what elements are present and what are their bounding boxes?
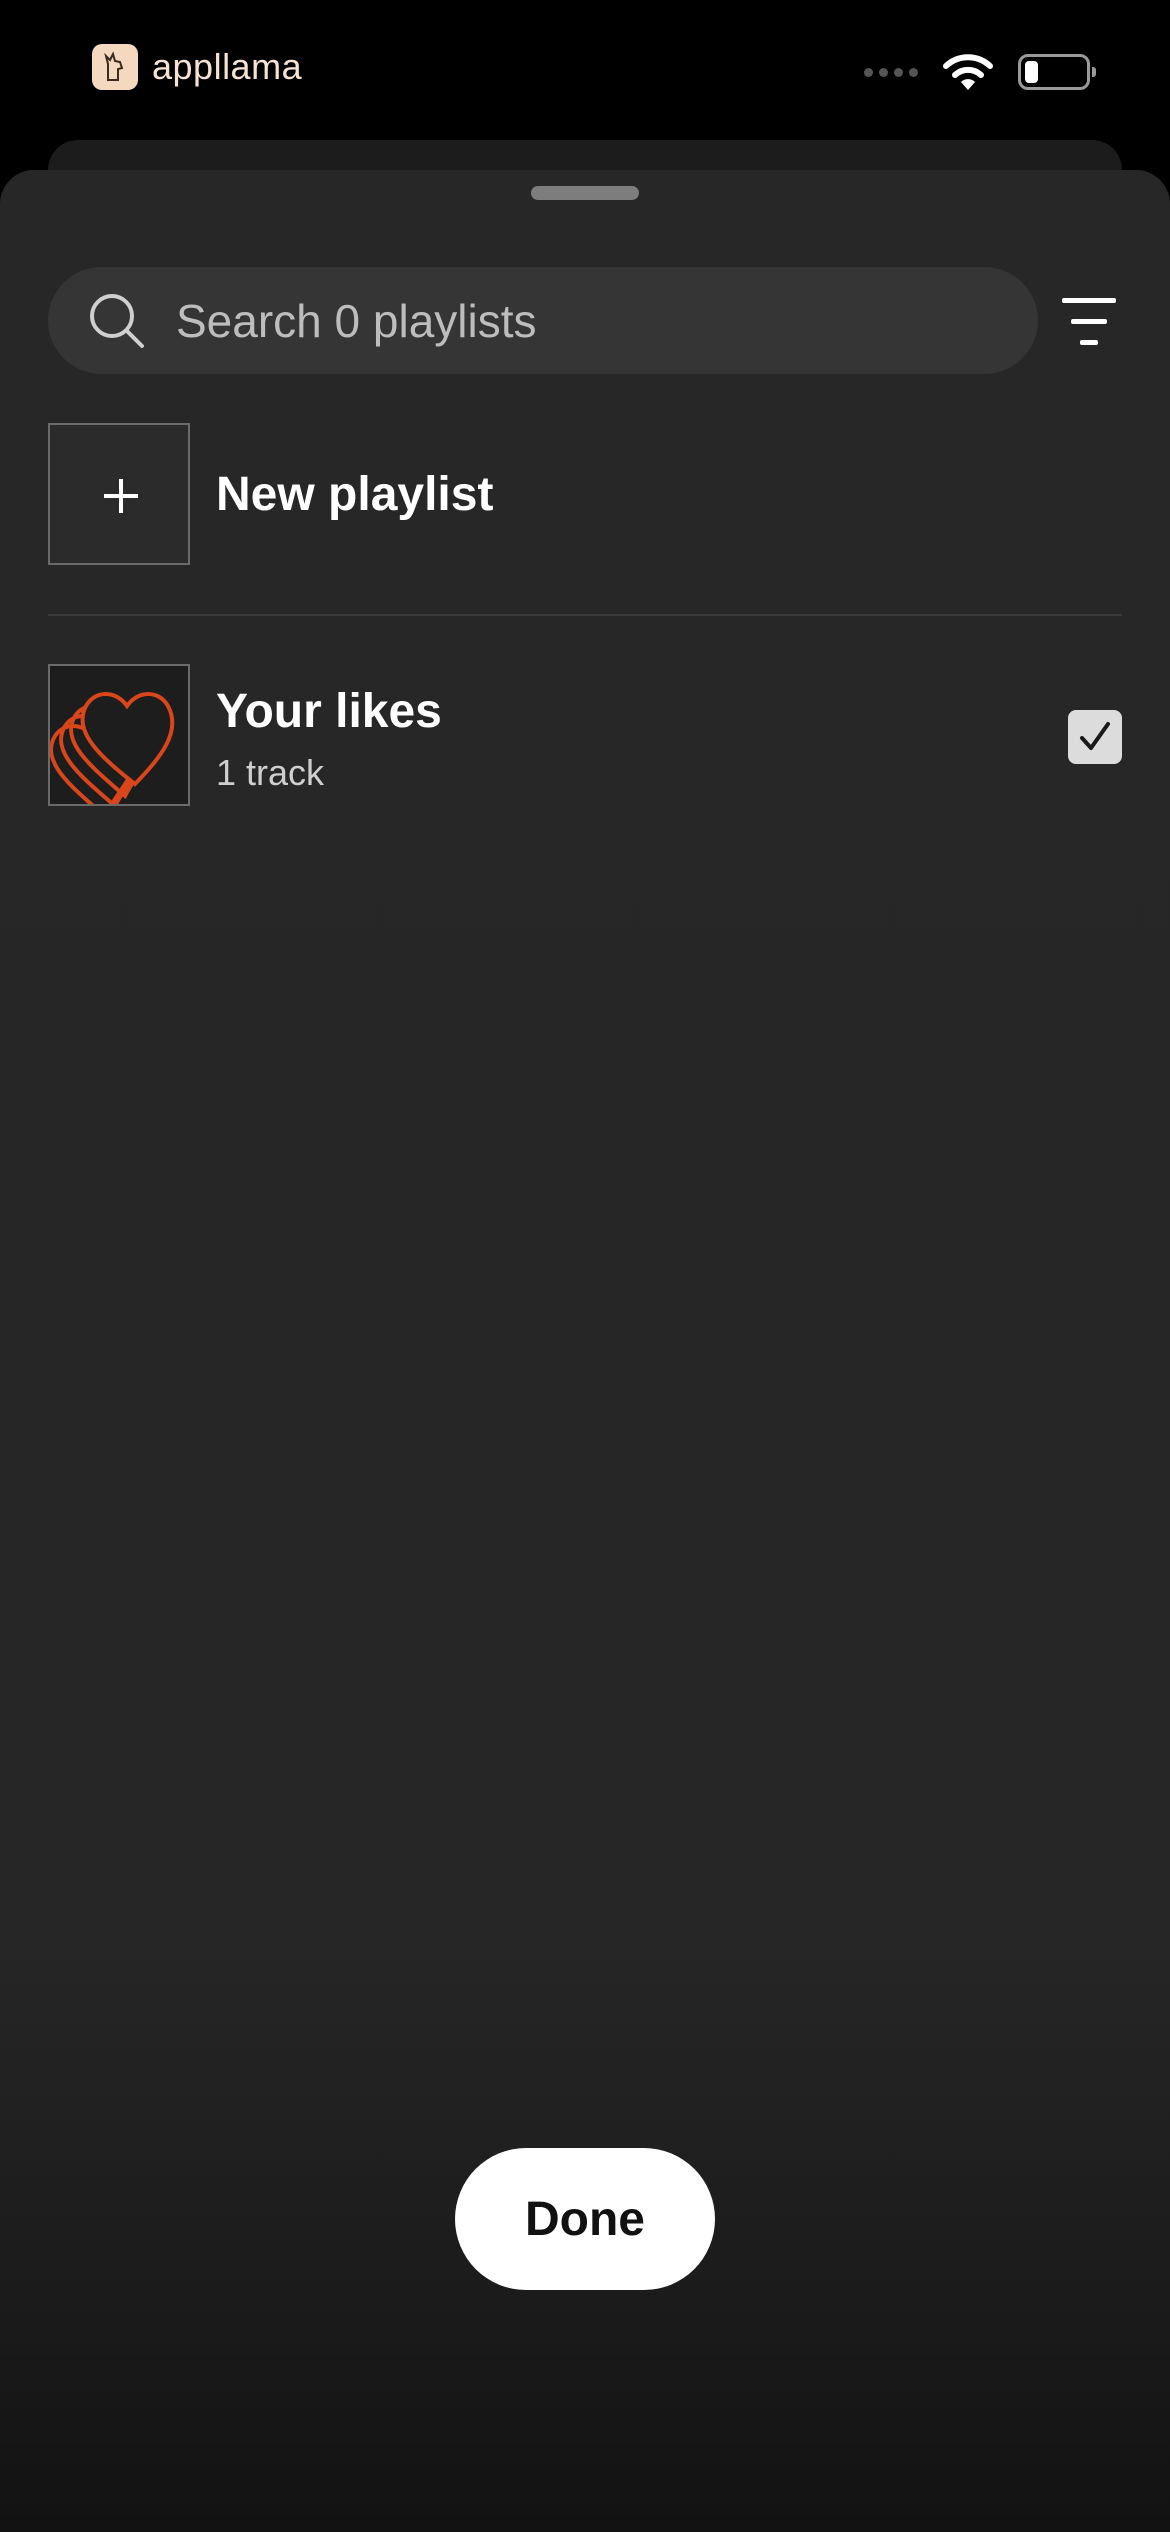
search-bar[interactable] <box>48 267 1038 374</box>
done-button[interactable]: Done <box>455 2148 715 2290</box>
signal-dots-icon <box>864 67 918 77</box>
search-icon <box>90 293 144 348</box>
divider <box>48 614 1122 616</box>
search-input[interactable] <box>174 292 958 349</box>
heart-stack-icon <box>50 692 175 804</box>
sort-lines-icon[interactable] <box>1060 294 1126 350</box>
new-playlist-label: New playlist <box>216 468 494 521</box>
playlist-thumb <box>48 664 190 806</box>
status-bar: appllama <box>0 0 1170 150</box>
new-playlist-row[interactable]: New playlist <box>48 423 1122 567</box>
playlist-checkbox[interactable] <box>1068 710 1122 764</box>
brand-name: appllama <box>152 46 303 87</box>
playlist-row[interactable]: Your likes 1 track <box>48 664 1122 808</box>
plus-icon <box>104 479 138 513</box>
battery-icon <box>1018 54 1096 90</box>
status-icons <box>864 52 1096 92</box>
playlist-track-count: 1 track <box>216 752 325 793</box>
playlist-title: Your likes <box>216 685 442 738</box>
llama-logo-icon <box>92 44 138 90</box>
new-playlist-thumb <box>48 423 190 565</box>
brand: appllama <box>92 44 302 90</box>
wifi-icon <box>943 54 993 90</box>
sheet-grab-handle[interactable] <box>531 186 639 200</box>
checkmark-icon <box>1080 722 1110 750</box>
